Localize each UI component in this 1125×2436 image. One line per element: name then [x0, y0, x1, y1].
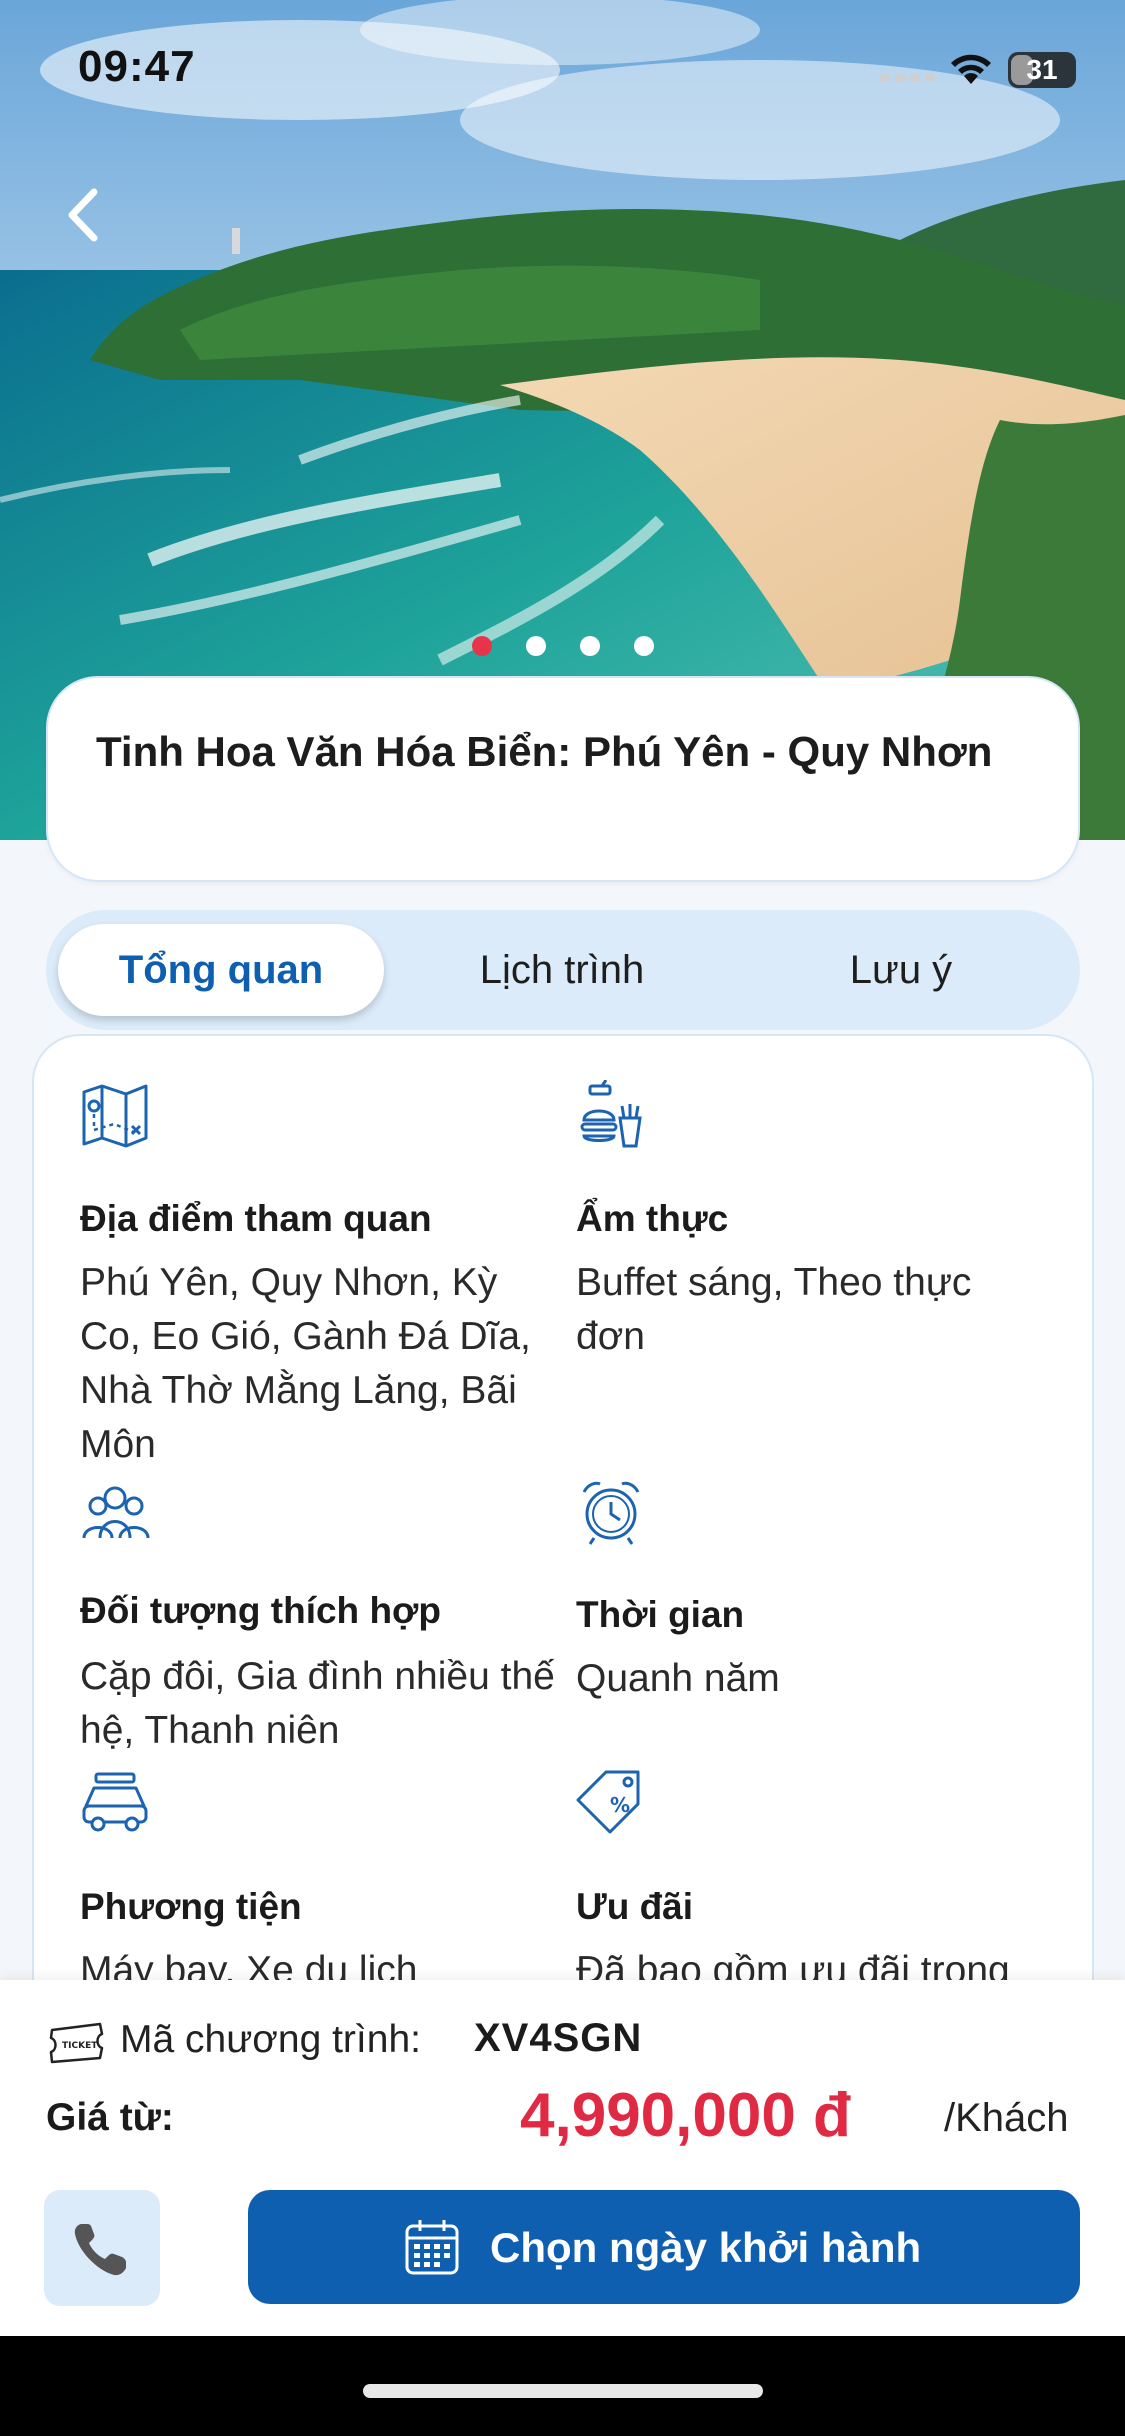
wifi-icon: [951, 54, 991, 84]
places-title: Địa điểm tham quan: [80, 1198, 432, 1239]
tab-bar: Tổng quan Lịch trình Lưu ý: [46, 910, 1080, 1030]
discount-tag-icon: %: [576, 1770, 640, 1834]
ticket-icon: TICKET: [49, 2022, 104, 2064]
battery-icon: 31: [1008, 52, 1076, 88]
home-indicator[interactable]: [363, 2384, 763, 2398]
audience-title: Đối tượng thích hợp: [80, 1590, 441, 1631]
carousel-dot-1[interactable]: [472, 636, 492, 656]
battery-level: 31: [1026, 54, 1058, 85]
cuisine-value: Buffet sáng, Theo thực đơn: [576, 1261, 972, 1358]
overview-item-places: Địa điểm tham quan Phú Yên, Quy Nhơn, Kỳ…: [80, 1080, 560, 1466]
price-unit: /Khách: [944, 2096, 1069, 2140]
food-icon: [580, 1080, 642, 1148]
time-title: Thời gian: [576, 1594, 745, 1635]
status-time: 09:47: [78, 42, 196, 91]
carousel-indicator: [0, 636, 1125, 660]
choose-departure-date-button[interactable]: Chọn ngày khởi hành: [248, 2190, 1080, 2304]
program-code-value: XV4SGN: [474, 2016, 643, 2060]
svg-text:%: %: [610, 1793, 630, 1817]
offers-title: Ưu đãi: [576, 1886, 694, 1927]
tab-overview[interactable]: Tổng quan: [58, 924, 384, 1016]
tab-notes[interactable]: Lưu ý: [736, 924, 1066, 1016]
time-value: Quanh năm: [576, 1657, 780, 1700]
call-button[interactable]: [44, 2190, 160, 2306]
svg-text:TICKET: TICKET: [62, 2041, 98, 2051]
home-indicator-area: [0, 2336, 1125, 2436]
calendar-icon: [405, 2220, 459, 2275]
map-icon: [82, 1084, 148, 1148]
alarm-clock-icon: [582, 1481, 640, 1545]
price-value: 4,990,000 đ: [520, 2081, 851, 2150]
transport-title: Phương tiện: [80, 1886, 302, 1927]
car-icon: [82, 1772, 148, 1832]
back-button[interactable]: [52, 180, 122, 250]
tour-title: Tinh Hoa Văn Hóa Biển: Phú Yên - Quy Nhơ…: [96, 728, 993, 775]
carousel-dot-2[interactable]: [526, 636, 546, 656]
cellular-signal-icon: [880, 74, 935, 82]
overview-panel: Địa điểm tham quan Phú Yên, Quy Nhơn, Kỳ…: [32, 1034, 1094, 2034]
status-bar: 09:47 31: [0, 0, 1125, 130]
chevron-left-icon: [68, 188, 98, 242]
people-icon: [82, 1486, 150, 1539]
carousel-dot-4[interactable]: [634, 636, 654, 656]
overview-item-cuisine: Ẩm thực Buffet sáng, Theo thực đơn: [576, 1080, 1056, 1440]
tour-title-card: Tinh Hoa Văn Hóa Biển: Phú Yên - Quy Nhơ…: [46, 676, 1080, 882]
overview-item-audience: Đối tượng thích hợp Cặp đôi, Gia đình nh…: [80, 1476, 560, 1752]
price-label: Giá từ:: [46, 2096, 174, 2139]
overview-item-time: Thời gian Quanh năm: [576, 1476, 1056, 1736]
booking-bar: TICKET Mã chương trình: XV4SGN Giá từ: 4…: [0, 1980, 1125, 2336]
cuisine-title: Ẩm thực: [576, 1198, 729, 1239]
program-code-label: Mã chương trình:: [120, 2018, 421, 2061]
carousel-dot-3[interactable]: [580, 636, 600, 656]
phone-icon: [74, 2224, 126, 2276]
choose-departure-date-label: Chọn ngày khởi hành: [490, 2224, 922, 2271]
tab-itinerary[interactable]: Lịch trình: [402, 924, 722, 1016]
places-value: Phú Yên, Quy Nhơn, Kỳ Co, Eo Gió, Gành Đ…: [80, 1261, 531, 1466]
audience-value: Cặp đôi, Gia đình nhiều thế hệ, Thanh ni…: [80, 1655, 555, 1752]
